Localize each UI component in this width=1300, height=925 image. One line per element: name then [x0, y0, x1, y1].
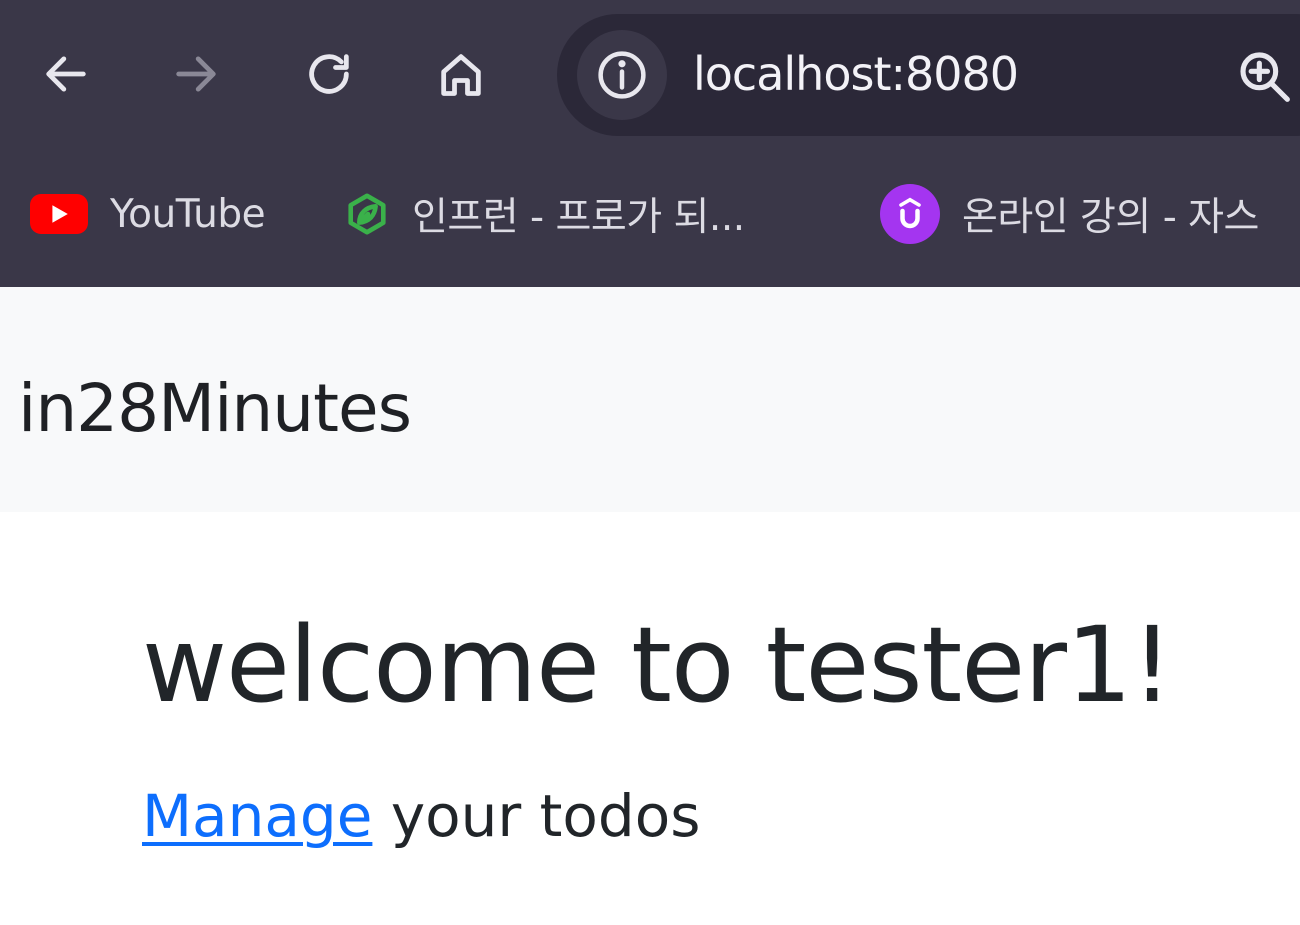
bookmark-inflearn[interactable]: 인프런 - 프로가 되...: [344, 182, 745, 246]
udemy-icon: [880, 184, 940, 244]
address-bar[interactable]: localhost:8080: [557, 14, 1300, 136]
youtube-icon: [30, 194, 88, 234]
bookmark-label: 인프런 - 프로가 되...: [412, 195, 745, 240]
bookmarks-bar: YouTube 인프런 - 프로가 되... 온라인 강의 - 자스: [0, 160, 1300, 270]
manage-todos-text: your todos: [372, 782, 701, 850]
zoom-in-icon[interactable]: [1236, 48, 1292, 104]
info-icon: [598, 51, 646, 99]
welcome-heading: welcome to tester1!: [142, 604, 1173, 726]
manage-todos-line: Manage your todos: [142, 780, 700, 852]
reload-icon: [309, 54, 349, 94]
forward-button[interactable]: [160, 38, 232, 110]
app-navbar: in28Minutes: [0, 287, 1300, 512]
back-button[interactable]: [30, 38, 102, 110]
manage-todos-link[interactable]: Manage: [142, 782, 372, 850]
bookmark-udemy[interactable]: 온라인 강의 - 자스: [880, 182, 1259, 246]
arrow-right-icon: [176, 56, 216, 92]
bookmark-label: 온라인 강의 - 자스: [962, 195, 1259, 240]
browser-toolbar: localhost:8080: [0, 0, 1300, 150]
home-button[interactable]: [425, 38, 497, 110]
bookmark-label: YouTube: [110, 191, 266, 237]
site-info-button[interactable]: [577, 30, 667, 120]
address-text[interactable]: localhost:8080: [693, 44, 1019, 104]
home-icon: [441, 54, 481, 96]
browser-chrome: localhost:8080 YouTube 인프런 - 프로가 되... 온라…: [0, 0, 1300, 287]
welcome-content: welcome to tester1! Manage your todos: [0, 512, 1300, 925]
bookmark-youtube[interactable]: YouTube: [30, 182, 266, 246]
brand-link[interactable]: in28Minutes: [18, 367, 412, 451]
reload-button[interactable]: [293, 38, 365, 110]
inflearn-icon: [348, 193, 386, 235]
arrow-left-icon: [46, 56, 86, 92]
